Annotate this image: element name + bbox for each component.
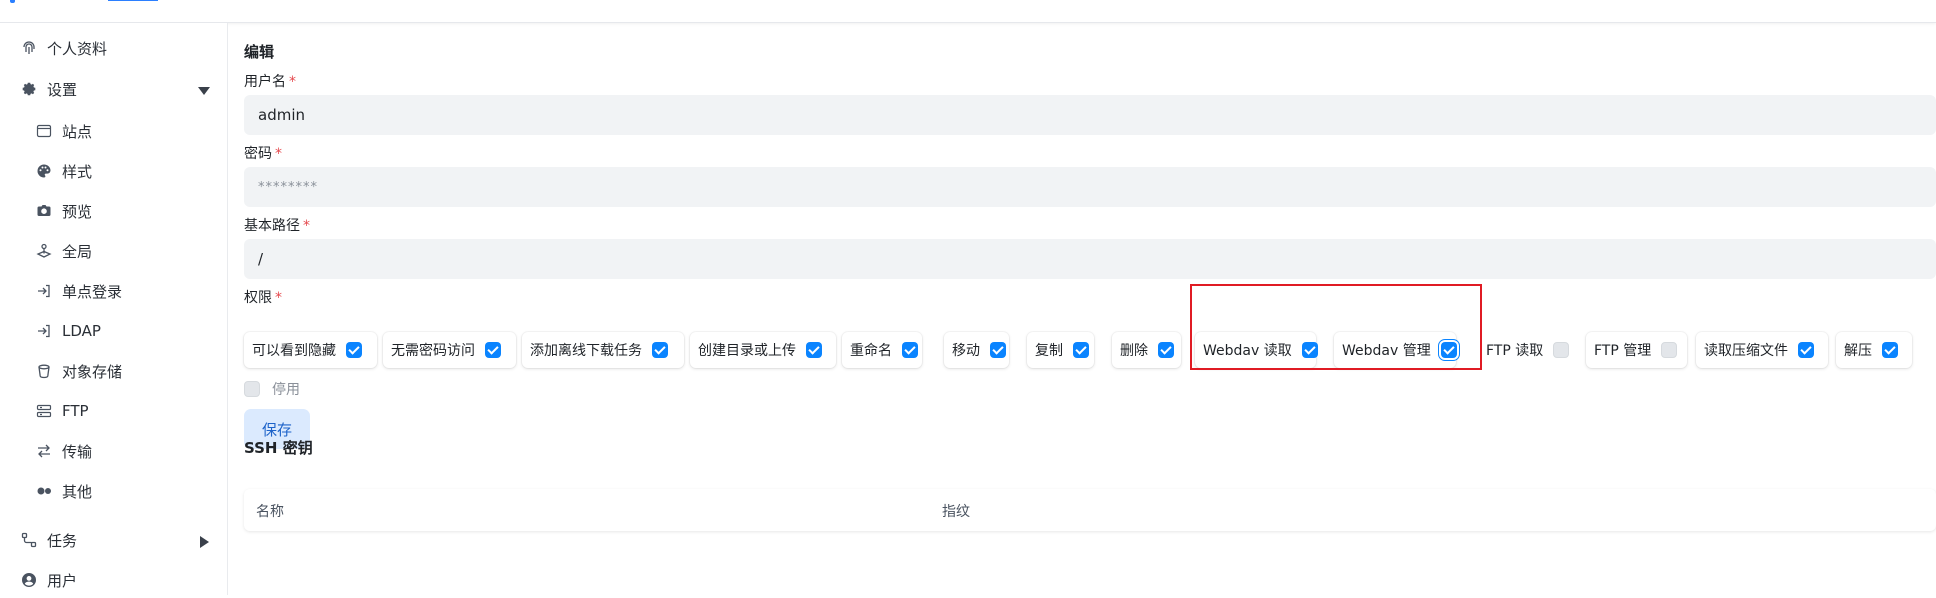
user-circle-icon	[20, 571, 38, 589]
sidebar-item-label: 用户	[47, 571, 78, 590]
sidebar-item-profile[interactable]: 个人资料	[0, 30, 228, 66]
sidebar-item-site[interactable]: 站点	[0, 113, 228, 149]
perm-no-password[interactable]: 无需密码访问	[383, 332, 516, 368]
sidebar-item-style[interactable]: 样式	[0, 153, 228, 189]
checkbox[interactable]	[244, 381, 260, 397]
sidebar-item-ftp[interactable]: FTP	[0, 393, 228, 429]
column-header-name: 名称	[256, 504, 284, 520]
disabled-checkbox-row[interactable]: 停用	[244, 379, 300, 399]
username-input[interactable]: admin	[244, 95, 1936, 135]
perm-create-upload[interactable]: 创建目录或上传	[690, 332, 836, 368]
highlight-box	[1190, 284, 1482, 370]
checkbox[interactable]	[1073, 342, 1089, 358]
sidebar-item-label: 样式	[62, 162, 93, 181]
checkbox[interactable]	[990, 342, 1006, 358]
server-icon	[35, 402, 53, 420]
username-label: 用户名 *	[244, 74, 296, 90]
checkbox[interactable]	[652, 342, 668, 358]
camera-icon	[35, 202, 53, 220]
sidebar-item-global[interactable]: 全局	[0, 233, 228, 269]
edit-user-panel: 编辑 用户名 * admin 密码 * ******** 基本路径 * / 权限 * 可…	[228, 23, 1936, 595]
flow-icon	[20, 531, 38, 549]
perm-move[interactable]: 移动	[944, 332, 1009, 368]
sidebar-item-label: 任务	[47, 531, 78, 550]
sidebar-item-label: LDAP	[62, 322, 101, 340]
joystick-icon	[35, 242, 53, 260]
ssh-keys-title: SSH 密钥	[244, 439, 313, 457]
sidebar-item-settings[interactable]: 设置	[0, 71, 228, 107]
perm-see-hidden[interactable]: 可以看到隐藏	[244, 332, 377, 368]
sidebar-item-label: 传输	[62, 442, 93, 461]
login-arrow-icon	[35, 282, 53, 300]
sidebar-item-preview[interactable]: 预览	[0, 193, 228, 229]
sidebar-item-label: 对象存储	[62, 362, 123, 381]
login-arrow-icon	[35, 322, 53, 340]
checkbox[interactable]	[346, 342, 362, 358]
sidebar-item-users[interactable]: 用户	[0, 562, 228, 598]
checkbox[interactable]	[1798, 342, 1814, 358]
perm-delete[interactable]: 删除	[1112, 332, 1181, 368]
sidebar-item-label: 个人资料	[47, 39, 108, 58]
password-label: 密码 *	[244, 146, 282, 162]
perm-rename[interactable]: 重命名	[842, 332, 922, 368]
brand-logo	[10, 0, 158, 5]
sidebar-item-ldap[interactable]: LDAP	[0, 313, 228, 349]
sidebar-item-label: 单点登录	[62, 282, 123, 301]
chevron-down-icon[interactable]	[198, 83, 210, 95]
sidebar-item-label: 其他	[62, 482, 93, 501]
sidebar-item-other[interactable]: 其他	[0, 473, 228, 509]
sidebar-item-tasks[interactable]: 任务	[0, 522, 228, 558]
sidebar-item-label: 站点	[62, 122, 93, 141]
sidebar-item-label: 设置	[47, 80, 78, 99]
sidebar-item-label: FTP	[62, 402, 89, 420]
checkbox[interactable]	[1158, 342, 1174, 358]
perm-ftp-read[interactable]: FTP 读取	[1478, 332, 1578, 368]
gear-icon	[20, 80, 38, 98]
page-title: 编辑	[244, 43, 275, 61]
sidebar-item-object-storage[interactable]: 对象存储	[0, 353, 228, 389]
top-header	[0, 0, 1936, 23]
sidebar-item-label: 预览	[62, 202, 93, 221]
checkbox[interactable]	[1661, 342, 1678, 358]
transfer-arrows-icon	[35, 442, 53, 460]
chevron-right-icon[interactable]	[198, 534, 210, 548]
perm-read-archive[interactable]: 读取压缩文件	[1696, 332, 1828, 368]
perm-ftp-manage[interactable]: FTP 管理	[1586, 332, 1687, 368]
checkbox[interactable]	[1882, 342, 1898, 358]
sidebar-item-sso[interactable]: 单点登录	[0, 273, 228, 309]
base-path-input[interactable]: /	[244, 239, 1936, 279]
password-input[interactable]: ********	[244, 167, 1936, 207]
permissions-label: 权限 *	[244, 290, 282, 306]
sidebar-item-transfer[interactable]: 传输	[0, 433, 228, 469]
ssh-keys-table: 名称 指纹	[244, 489, 1936, 531]
checkbox[interactable]	[1553, 342, 1570, 358]
perm-extract[interactable]: 解压	[1836, 332, 1912, 368]
bucket-icon	[35, 362, 53, 380]
toggle-dots-icon	[35, 482, 53, 500]
checkbox[interactable]	[806, 342, 822, 358]
perm-copy[interactable]: 复制	[1027, 332, 1094, 368]
sidebar: 个人资料 设置 站点 样式 预览 全局 单点登录 LDAP 对象存储 FTP 传…	[0, 23, 228, 595]
sidebar-item-label: 全局	[62, 242, 93, 261]
window-icon	[35, 122, 53, 140]
fingerprint-icon	[20, 39, 38, 57]
palette-icon	[35, 162, 53, 180]
checkbox[interactable]	[902, 342, 918, 358]
base-path-label: 基本路径 *	[244, 218, 310, 234]
checkbox[interactable]	[485, 342, 501, 358]
perm-offline-download[interactable]: 添加离线下载任务	[522, 332, 684, 368]
column-header-fingerprint: 指纹	[942, 504, 970, 520]
